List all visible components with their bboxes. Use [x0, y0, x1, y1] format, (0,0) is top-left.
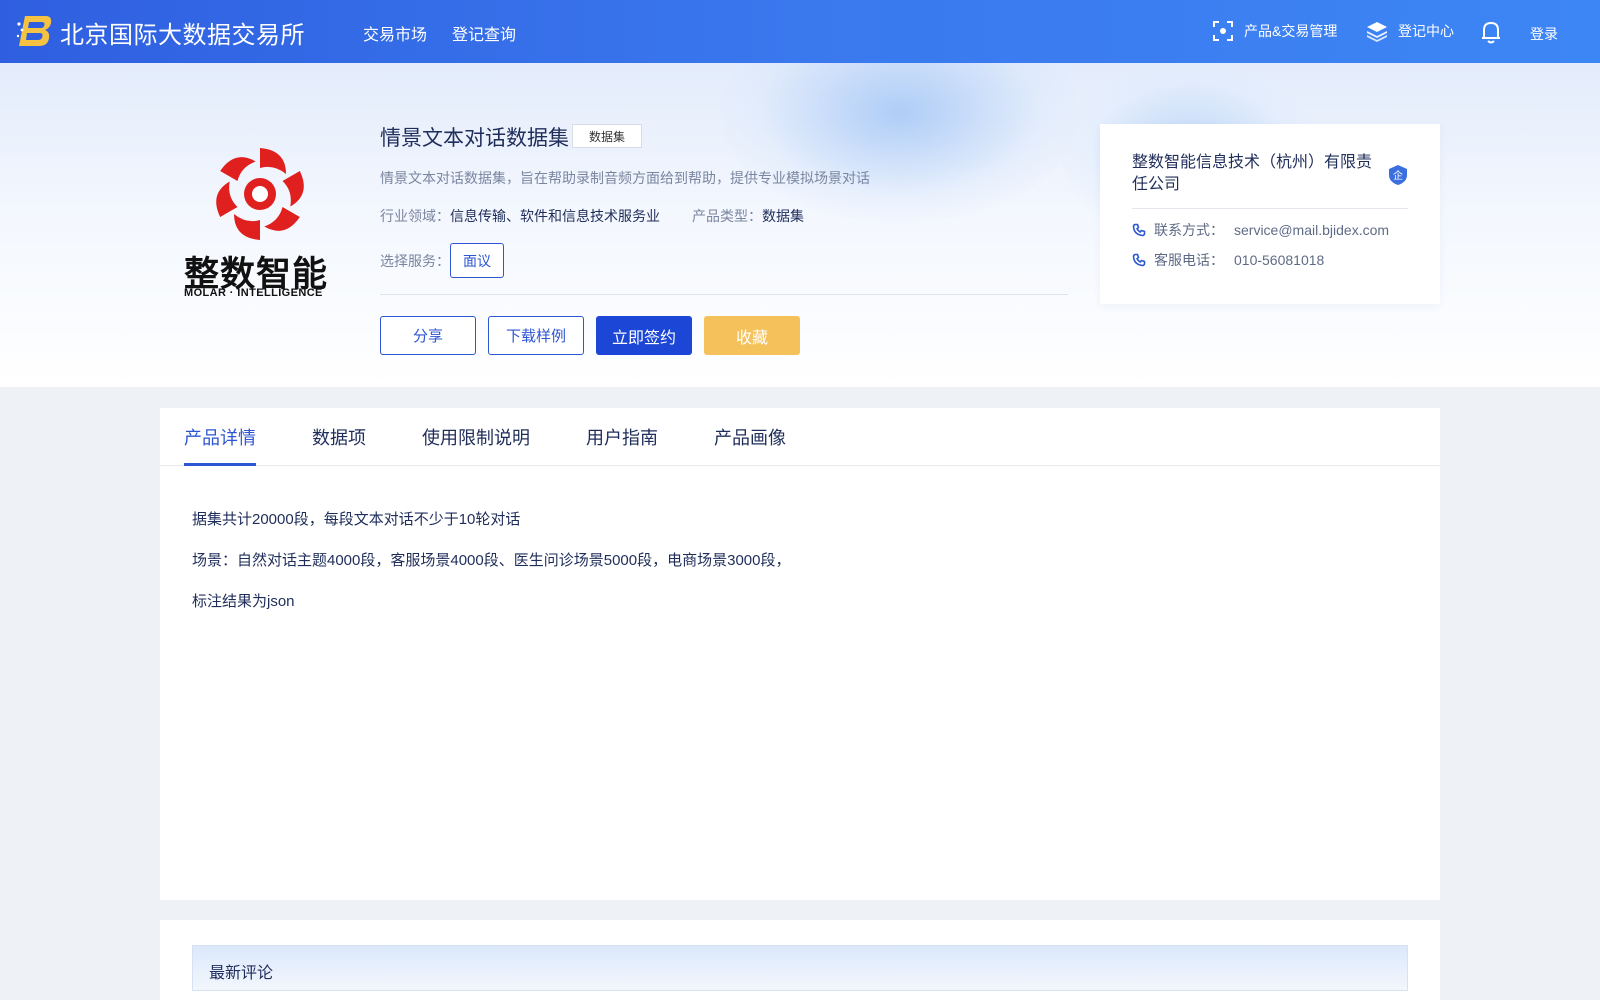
divider — [380, 294, 1068, 295]
service-select-label: 选择服务： — [380, 253, 450, 269]
layers-icon — [1367, 22, 1387, 42]
contact-label: 联系方式： — [1154, 222, 1224, 238]
company-name[interactable]: 整数智能信息技术（杭州）有限责任公司 — [1132, 152, 1382, 196]
enterprise-badge-text: 企 — [1393, 169, 1403, 182]
decorative-glow — [720, 63, 1080, 223]
login-link[interactable]: 登录 — [1530, 24, 1558, 44]
detail-tabs: 产品详情 数据项 使用限制说明 用户指南 产品画像 — [160, 408, 1440, 466]
tab-data-items[interactable]: 数据项 — [312, 424, 366, 450]
service-phone-label: 客服电话： — [1154, 252, 1224, 268]
service-phone-row: 客服电话： 010-56081018 — [1132, 250, 1324, 270]
detail-text-line: 标注结果为json — [192, 593, 295, 610]
enterprise-verified-shield-icon: 企 — [1389, 165, 1407, 185]
product-type-badge: 数据集 — [572, 124, 642, 148]
contact-email-row: 联系方式： service@mail.bjidex.com — [1132, 220, 1389, 240]
company-info-card: 整数智能信息技术（杭州）有限责任公司 企 联系方式： service@mail.… — [1100, 124, 1440, 304]
product-type-value: 数据集 — [762, 208, 804, 224]
favorite-button[interactable]: 收藏 — [704, 316, 800, 355]
tab-user-guide[interactable]: 用户指南 — [586, 424, 658, 450]
phone-icon — [1132, 223, 1146, 237]
product-description: 情景文本对话数据集，旨在帮助录制音频方面给到帮助，提供专业模拟场景对话 — [380, 170, 870, 186]
comments-panel: 最新评论 — [160, 920, 1440, 1000]
comments-header: 最新评论 — [192, 945, 1408, 991]
detail-text-line: 据集共计20000段，每段文本对话不少于10轮对话 — [192, 511, 521, 528]
share-button[interactable]: 分享 — [380, 316, 476, 355]
service-phone-value[interactable]: 010-56081018 — [1234, 252, 1324, 268]
product-trade-management-label: 产品&交易管理 — [1244, 23, 1338, 39]
notification-bell-icon[interactable] — [1480, 19, 1502, 45]
product-title: 情景文本对话数据集 — [380, 127, 569, 150]
product-type-label: 产品类型： — [692, 208, 762, 224]
registration-center-label: 登记中心 — [1398, 23, 1454, 39]
top-navigation-bar: 北京国际大数据交易所 交易市场 登记查询 产品&交易管理 登记中心 登录 — [0, 0, 1600, 63]
industry-field: 行业领域：信息传输、软件和信息技术服务业 — [380, 206, 660, 226]
sign-now-button[interactable]: 立即签约 — [596, 316, 692, 355]
industry-label: 行业领域： — [380, 208, 450, 224]
active-tab-indicator — [184, 463, 256, 466]
registration-center-link[interactable]: 登记中心 — [1366, 20, 1454, 42]
divider — [1132, 208, 1408, 209]
tab-product-details[interactable]: 产品详情 — [184, 424, 256, 450]
nav-link-registration-query[interactable]: 登记查询 — [452, 21, 516, 45]
detail-text-line: 场景：自然对话主题4000段，客服场景4000段、医生问诊场景5000段，电商场… — [192, 552, 791, 569]
product-detail-panel: 产品详情 数据项 使用限制说明 用户指南 产品画像 据集共计20000段，每段文… — [160, 408, 1440, 900]
phone-icon — [1132, 253, 1146, 267]
site-title[interactable]: 北京国际大数据交易所 — [60, 15, 305, 50]
product-trade-management-link[interactable]: 产品&交易管理 — [1212, 20, 1337, 42]
industry-value: 信息传输、软件和信息技术服务业 — [450, 208, 660, 224]
service-option-negotiable[interactable]: 面议 — [450, 243, 504, 278]
provider-brand-name-en: MOLAR · INTELLIGENCE — [184, 287, 323, 299]
download-sample-button[interactable]: 下载样例 — [488, 316, 584, 355]
tab-product-profile[interactable]: 产品画像 — [714, 424, 786, 450]
nav-link-market[interactable]: 交易市场 — [363, 21, 427, 45]
product-type-field: 产品类型：数据集 — [692, 206, 804, 226]
tab-usage-restrictions[interactable]: 使用限制说明 — [422, 424, 530, 450]
scan-focus-icon — [1213, 21, 1233, 41]
site-logo-icon[interactable] — [16, 14, 52, 48]
comments-title: 最新评论 — [209, 965, 274, 982]
contact-email-value[interactable]: service@mail.bjidex.com — [1234, 222, 1389, 238]
